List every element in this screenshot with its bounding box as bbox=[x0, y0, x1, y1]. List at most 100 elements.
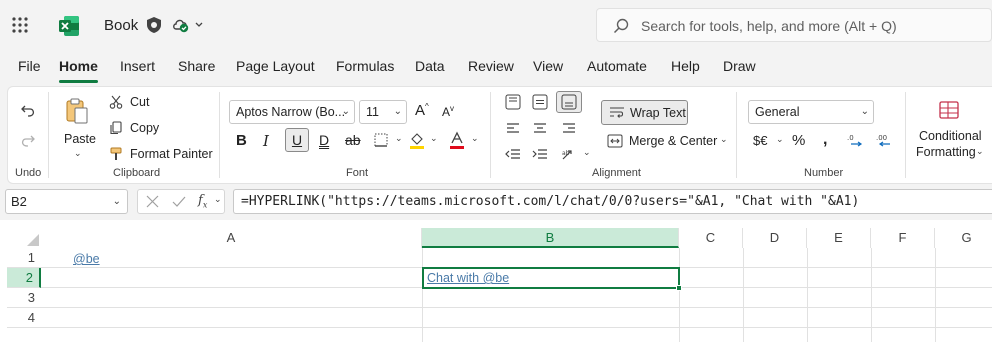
orientation-icon[interactable]: ab bbox=[560, 145, 578, 163]
chevron-down-icon[interactable]: ⌄ bbox=[720, 134, 728, 145]
gridline bbox=[41, 327, 992, 328]
merge-center-icon[interactable] bbox=[607, 133, 623, 149]
fill-color-icon[interactable] bbox=[408, 130, 426, 150]
cut-icon[interactable] bbox=[108, 94, 124, 110]
font-family-select[interactable]: Aptos Narrow (Bo... ⌄ bbox=[229, 100, 355, 124]
fill-handle[interactable] bbox=[676, 285, 682, 291]
row-header-1[interactable]: 1 bbox=[7, 248, 41, 268]
undo-icon[interactable] bbox=[18, 101, 38, 121]
redo-icon[interactable] bbox=[18, 131, 38, 151]
cell-a1[interactable]: @be bbox=[73, 252, 100, 266]
copy-button[interactable]: Copy bbox=[130, 121, 159, 135]
chevron-down-icon[interactable]: ⌄ bbox=[583, 147, 591, 158]
cut-button[interactable]: Cut bbox=[130, 95, 149, 109]
copy-icon[interactable] bbox=[108, 120, 124, 136]
bottom-align-icon[interactable] bbox=[556, 91, 582, 113]
column-header-f[interactable]: F bbox=[871, 228, 935, 248]
column-header-g[interactable]: G bbox=[935, 228, 992, 248]
borders-icon[interactable] bbox=[372, 131, 390, 149]
chevron-down-icon[interactable]: ⌄ bbox=[976, 146, 984, 157]
format-painter-button[interactable]: Format Painter bbox=[130, 147, 213, 161]
column-header-b[interactable]: B bbox=[422, 228, 679, 248]
wrap-text-button[interactable]: Wrap Text bbox=[601, 100, 688, 125]
name-box[interactable]: B2 ⌄ bbox=[5, 189, 128, 214]
tab-file[interactable]: File bbox=[18, 58, 41, 74]
decrease-font-size-icon[interactable]: Av bbox=[442, 104, 454, 119]
ribbon-separator bbox=[219, 92, 220, 178]
tab-insert[interactable]: Insert bbox=[120, 58, 155, 74]
app-launcher-icon[interactable] bbox=[11, 16, 29, 34]
underline-icon[interactable]: U bbox=[285, 128, 309, 152]
column-header-d[interactable]: D bbox=[743, 228, 807, 248]
align-center-icon[interactable] bbox=[531, 119, 549, 137]
chevron-down-icon[interactable]: ⌄ bbox=[214, 194, 222, 205]
tab-draw[interactable]: Draw bbox=[723, 58, 756, 74]
row-header-3[interactable]: 3 bbox=[7, 288, 41, 308]
insert-function-icon[interactable]: fx bbox=[198, 193, 207, 210]
formula-input[interactable]: =HYPERLINK("https://teams.microsoft.com/… bbox=[233, 189, 992, 214]
font-group-label: Font bbox=[346, 167, 369, 179]
column-header-a[interactable]: A bbox=[41, 228, 422, 248]
top-align-icon[interactable] bbox=[504, 93, 522, 111]
font-family-value: Aptos Narrow (Bo... bbox=[236, 105, 346, 119]
paste-chevron-icon[interactable]: ⌄ bbox=[74, 148, 82, 159]
paste-icon[interactable] bbox=[64, 96, 90, 126]
conditional-formatting-icon[interactable] bbox=[938, 99, 960, 121]
saved-cloud-icon[interactable] bbox=[172, 16, 206, 34]
number-format-select[interactable]: General ⌄ bbox=[748, 100, 874, 124]
currency-format-icon[interactable]: $€ bbox=[753, 133, 767, 148]
gridline bbox=[935, 248, 936, 342]
cell-b2-selected[interactable]: Chat with @be bbox=[422, 267, 680, 289]
ribbon-separator bbox=[736, 92, 737, 178]
merge-center-button[interactable]: Merge & Center bbox=[629, 134, 717, 148]
align-left-icon[interactable] bbox=[504, 119, 522, 137]
italic-icon[interactable]: I bbox=[263, 132, 269, 150]
chevron-down-icon[interactable]: ⌄ bbox=[776, 134, 784, 145]
workbook-name[interactable]: Book bbox=[104, 17, 138, 34]
comma-style-icon[interactable]: , bbox=[823, 131, 827, 149]
number-format-value: General bbox=[755, 105, 800, 119]
search-box[interactable]: Search for tools, help, and more (Alt + … bbox=[596, 8, 992, 42]
row-header-4[interactable]: 4 bbox=[7, 308, 41, 328]
decrease-decimal-icon[interactable]: .00 bbox=[876, 131, 894, 149]
tab-share[interactable]: Share bbox=[178, 58, 215, 74]
search-icon bbox=[613, 18, 629, 34]
gridline bbox=[743, 248, 744, 342]
align-right-icon[interactable] bbox=[560, 119, 578, 137]
middle-align-icon[interactable] bbox=[531, 93, 549, 111]
double-underline-icon[interactable]: D bbox=[319, 132, 329, 148]
chevron-down-icon[interactable]: ⌄ bbox=[430, 133, 438, 144]
strikethrough-icon[interactable]: ab bbox=[345, 132, 361, 148]
cancel-icon[interactable] bbox=[146, 195, 159, 208]
column-header-c[interactable]: C bbox=[679, 228, 743, 248]
column-header-e[interactable]: E bbox=[807, 228, 871, 248]
bold-icon[interactable]: B bbox=[236, 132, 247, 149]
tab-home[interactable]: Home bbox=[59, 58, 98, 74]
font-color-icon[interactable] bbox=[448, 130, 466, 150]
cell-b2-link[interactable]: Chat with @be bbox=[427, 271, 509, 285]
tab-view[interactable]: View bbox=[533, 58, 563, 74]
decrease-indent-icon[interactable] bbox=[504, 145, 522, 163]
percent-format-icon[interactable]: % bbox=[792, 132, 805, 149]
font-size-value: 11 bbox=[366, 105, 379, 119]
format-painter-icon[interactable] bbox=[108, 146, 124, 162]
increase-decimal-icon[interactable]: .0 bbox=[847, 131, 865, 149]
sensitivity-shield-icon[interactable] bbox=[145, 16, 163, 34]
row-header-2[interactable]: 2 bbox=[7, 268, 41, 288]
font-size-select[interactable]: 11 ⌄ bbox=[359, 100, 407, 124]
conditional-formatting-button[interactable]: Conditional bbox=[919, 129, 982, 143]
tab-data[interactable]: Data bbox=[415, 58, 445, 74]
tab-review[interactable]: Review bbox=[468, 58, 514, 74]
tab-page-layout[interactable]: Page Layout bbox=[236, 58, 315, 74]
tab-automate[interactable]: Automate bbox=[587, 58, 647, 74]
increase-font-size-icon[interactable]: A^ bbox=[415, 102, 429, 119]
paste-button[interactable]: Paste bbox=[64, 132, 96, 146]
enter-check-icon[interactable] bbox=[172, 195, 186, 208]
chevron-down-icon[interactable]: ⌄ bbox=[395, 133, 403, 144]
chevron-down-icon[interactable]: ⌄ bbox=[471, 133, 479, 144]
tab-help[interactable]: Help bbox=[671, 58, 700, 74]
undo-group-label: Undo bbox=[15, 167, 42, 179]
increase-indent-icon[interactable] bbox=[531, 145, 549, 163]
tab-formulas[interactable]: Formulas bbox=[336, 58, 394, 74]
select-all-corner[interactable] bbox=[7, 228, 41, 248]
